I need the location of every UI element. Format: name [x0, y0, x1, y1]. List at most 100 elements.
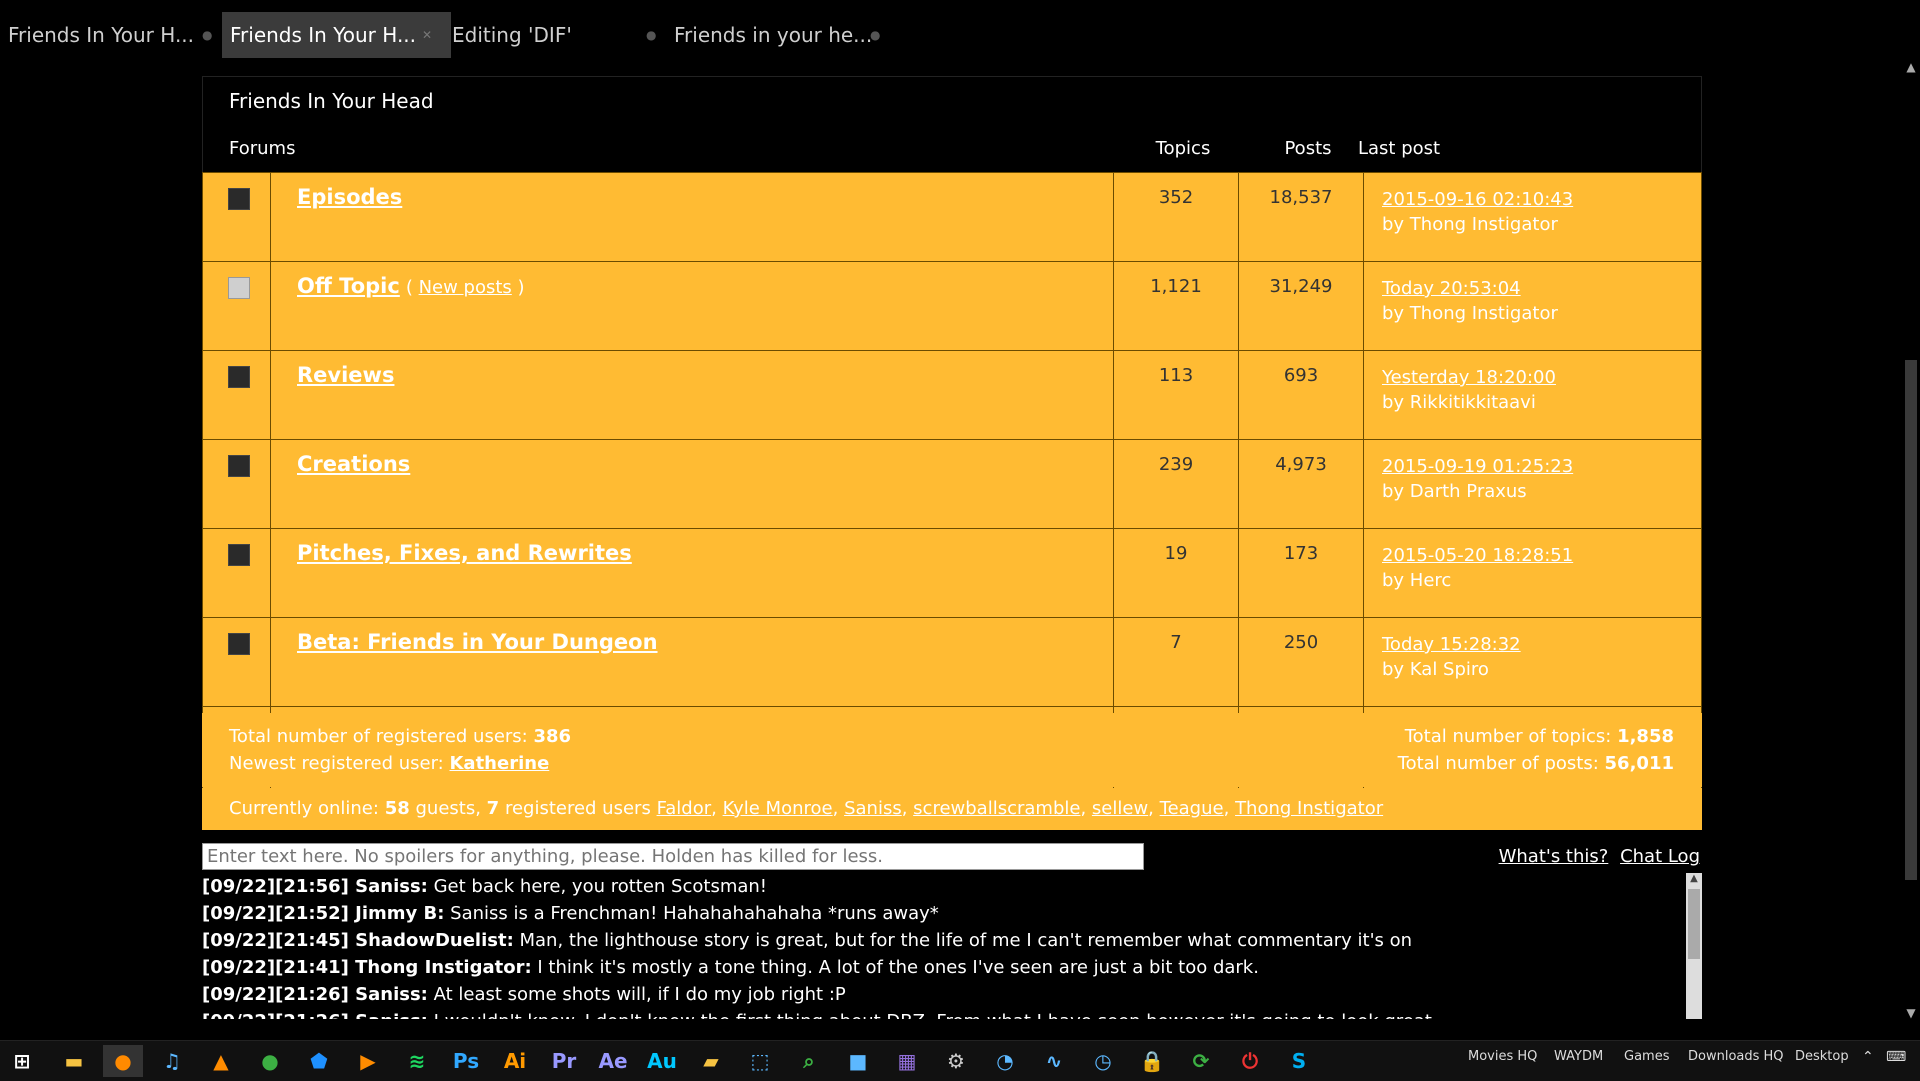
folder-icon[interactable]: ▰ [691, 1045, 731, 1077]
media-player-icon[interactable]: ▶ [348, 1045, 388, 1077]
total-topics-label: Total number of topics: [1404, 726, 1612, 747]
browser-tab-bar: Friends In Your H... ● Friends In Your H… [0, 0, 1920, 60]
online-registered-count: 7 [486, 798, 500, 819]
chat-scroll-up-icon[interactable]: ▲ [1686, 873, 1702, 884]
forum-link[interactable]: Creations [297, 452, 410, 476]
online-user-link[interactable]: screwballscramble [913, 798, 1080, 819]
premiere-icon[interactable]: Pr [544, 1045, 584, 1077]
vlc-icon[interactable]: ▲ [201, 1045, 241, 1077]
tab-3-close-icon[interactable]: ● [646, 12, 656, 58]
skype-icon[interactable]: S [1279, 1045, 1319, 1077]
taskbar-toolbar-link[interactable]: Downloads HQ [1688, 1049, 1784, 1064]
whats-this-link[interactable]: What's this? [1499, 846, 1609, 867]
last-post-author: by Darth Praxus [1382, 481, 1527, 502]
registered-users-stat: Total number of registered users: 386 [229, 726, 571, 747]
online-user-link[interactable]: sellew [1092, 798, 1148, 819]
tab-2-label: Friends In Your H... [230, 23, 417, 47]
chat-message-text: I think it's mostly a tone thing. A lot … [537, 957, 1259, 978]
power-icon[interactable]: ⏻ [1230, 1045, 1270, 1077]
windows-start-icon[interactable]: ⊞ [2, 1045, 42, 1077]
currently-online: Currently online: 58 guests, 7 registere… [202, 788, 1702, 830]
posts-count: 31,249 [1238, 261, 1364, 351]
tab-1[interactable]: Friends In Your H... ● [0, 12, 218, 58]
last-post-link[interactable]: 2015-09-16 02:10:43 [1382, 187, 1701, 212]
forum-link[interactable]: Reviews [297, 363, 394, 387]
refresh-icon[interactable]: ⟳ [1181, 1045, 1221, 1077]
chat-message: [09/22][21:26] Saniss: At least some sho… [202, 981, 1682, 1008]
forum-link[interactable]: Pitches, Fixes, and Rewrites [297, 541, 632, 565]
forum-link[interactable]: Beta: Friends in Your Dungeon [297, 630, 658, 654]
forum-link[interactable]: Episodes [297, 185, 402, 209]
chat-scroll-thumb[interactable] [1688, 889, 1700, 959]
online-user-link[interactable]: Teague [1160, 798, 1224, 819]
audition-icon[interactable]: Au [642, 1045, 682, 1077]
tab-4-close-icon[interactable]: ● [870, 12, 880, 58]
tab-3[interactable]: Editing 'DIF' ● [444, 12, 672, 58]
online-user-link[interactable]: Thong Instigator [1235, 798, 1383, 819]
last-post-link[interactable]: Yesterday 18:20:00 [1382, 365, 1701, 390]
taskbar-toolbar-link[interactable]: WAYDM [1554, 1049, 1603, 1064]
last-post-link[interactable]: 2015-09-19 01:25:23 [1382, 454, 1701, 479]
no-new-posts-icon [228, 544, 250, 566]
no-new-posts-icon [228, 455, 250, 477]
itunes-icon[interactable]: ♫ [152, 1045, 192, 1077]
snipping-icon[interactable]: ⬚ [740, 1045, 780, 1077]
newest-user-link[interactable]: Katherine [449, 753, 549, 774]
page-scrollbar[interactable]: ▲ ▼ [1902, 60, 1920, 1020]
registered-users-label: Total number of registered users: [229, 726, 528, 747]
last-post-author: by Thong Instigator [1382, 303, 1558, 324]
chat-scrollbar[interactable]: ▲ [1686, 873, 1702, 1019]
online-user-link[interactable]: Saniss [844, 798, 902, 819]
posts-count: 4,973 [1238, 439, 1364, 529]
last-post-link[interactable]: 2015-05-20 18:28:51 [1382, 543, 1701, 568]
online-user-link[interactable]: Kyle Monroe [723, 798, 833, 819]
last-post-link[interactable]: Today 20:53:04 [1382, 276, 1701, 301]
search-icon[interactable]: ⌕ [789, 1045, 829, 1077]
xbox-icon[interactable]: ● [250, 1045, 290, 1077]
last-post-link[interactable]: Today 15:28:32 [1382, 632, 1701, 657]
clock-icon[interactable]: ◷ [1083, 1045, 1123, 1077]
chat-log-link[interactable]: Chat Log [1620, 846, 1700, 867]
forum-status-cell [202, 172, 271, 262]
chat-input[interactable] [202, 843, 1144, 870]
taskbar-toolbar-link[interactable]: Movies HQ [1468, 1049, 1537, 1064]
illustrator-icon[interactable]: Ai [495, 1045, 535, 1077]
tab-2-close-icon[interactable]: ✕ [422, 12, 432, 58]
tab-2[interactable]: Friends In Your H... ✕ [222, 12, 451, 58]
malwarebytes-icon[interactable]: ⬟ [299, 1045, 339, 1077]
chat-message: [09/22][21:56] Saniss: Get back here, yo… [202, 873, 1682, 900]
tab-4[interactable]: Friends in your he... ● [666, 12, 896, 58]
camera-icon[interactable]: ■ [838, 1045, 878, 1077]
taskbar-toolbar-link[interactable]: Desktop [1795, 1049, 1849, 1064]
file-explorer-icon[interactable]: ▬ [54, 1045, 94, 1077]
total-posts-value: 56,011 [1604, 753, 1674, 774]
page-scroll-thumb[interactable] [1905, 360, 1917, 880]
chart-icon[interactable]: ◔ [985, 1045, 1025, 1077]
photoshop-icon[interactable]: Ps [446, 1045, 486, 1077]
forum-category-title: Friends In Your Head [202, 76, 1702, 125]
chat-message-meta: [09/22][21:41] Thong Instigator: [202, 957, 532, 978]
spotify-icon[interactable]: ≋ [397, 1045, 437, 1077]
taskbar-toolbar-link[interactable]: Games [1624, 1049, 1669, 1064]
topics-count: 1,121 [1113, 261, 1239, 351]
online-user-link[interactable]: Faldor [657, 798, 712, 819]
lock-icon[interactable]: 🔒 [1132, 1045, 1172, 1077]
keyboard-icon[interactable]: ⌨ [1886, 1049, 1906, 1065]
steam-icon[interactable]: ⚙ [936, 1045, 976, 1077]
after-effects-icon[interactable]: Ae [593, 1045, 633, 1077]
system-tray-expand-icon[interactable]: ⌃ [1862, 1049, 1874, 1065]
activity-icon[interactable]: ∿ [1034, 1045, 1074, 1077]
forum-row: Off Topic( New posts ) 1,121 31,249 Today 2… [202, 261, 1702, 351]
forum-row: Pitches, Fixes, and Rewrites 19 173 2015-05… [202, 528, 1702, 618]
taskbar: ⊞ ▬ ● ♫ ▲ ● ⬟ ▶ ≋ Ps Ai Pr Ae Au ▰ ⬚ ⌕ ■ ▦ ⚙ ◔ ∿ ◷ 🔒 ⟳ ⏻ S Movies H… [0, 1040, 1920, 1081]
calendar-icon[interactable]: ▦ [887, 1045, 927, 1077]
firefox-icon[interactable]: ● [103, 1045, 143, 1077]
tab-1-close-icon[interactable]: ● [202, 12, 212, 58]
scroll-up-icon[interactable]: ▲ [1902, 60, 1920, 74]
new-posts-link[interactable]: New posts [419, 277, 512, 298]
online-registered-label: registered users [504, 798, 651, 819]
forum-status-cell [202, 528, 271, 618]
scroll-down-icon[interactable]: ▼ [1902, 1006, 1920, 1020]
forum-link[interactable]: Off Topic [297, 274, 400, 298]
chat-message-text: At least some shots will, if I do my job… [433, 984, 846, 1005]
